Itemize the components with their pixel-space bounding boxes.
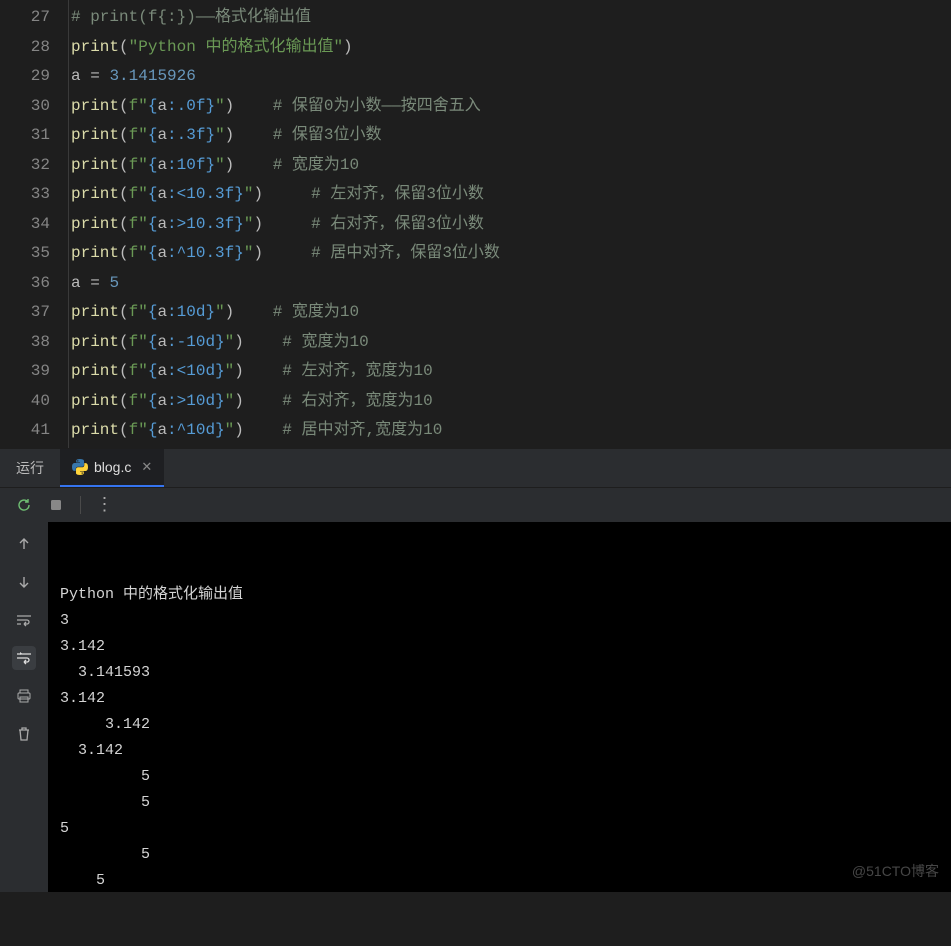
line-number: 27 [0, 3, 50, 33]
code-line[interactable]: print(f"{a:^10.3f}") # 居中对齐，保留3位小数 [71, 239, 951, 269]
console-line: 5 [60, 842, 939, 868]
run-tab-active[interactable]: blog.c ✕ [60, 449, 164, 487]
code-content[interactable]: # print(f{:})——格式化输出值print("Python 中的格式化… [68, 0, 951, 448]
code-line[interactable]: print(f"{a:-10d}") # 宽度为10 [71, 328, 951, 358]
line-number: 34 [0, 210, 50, 240]
watermark: @51CTO博客 [852, 858, 939, 884]
code-line[interactable]: # print(f{:})——格式化输出值 [71, 3, 951, 33]
run-toolbar: ⋮ [0, 488, 951, 522]
line-number: 40 [0, 387, 50, 417]
run-panel-header: 运行 blog.c ✕ [0, 448, 951, 488]
scroll-to-end-button[interactable] [12, 646, 36, 670]
line-number: 32 [0, 151, 50, 181]
line-number: 35 [0, 239, 50, 269]
close-icon[interactable]: ✕ [141, 459, 152, 475]
console-line: 3.142 [60, 712, 939, 738]
console-line: 5 [60, 764, 939, 790]
scroll-down-button[interactable] [12, 570, 36, 594]
console-line: 3.141593 [60, 660, 939, 686]
run-tab-label: blog.c [94, 459, 131, 475]
code-line[interactable]: print(f"{a:<10.3f}") # 左对齐，保留3位小数 [71, 180, 951, 210]
console-sidebar [0, 522, 48, 892]
code-line[interactable]: print(f"{a:<10d}") # 左对齐，宽度为10 [71, 357, 951, 387]
console-line: 5 [60, 790, 939, 816]
line-number: 37 [0, 298, 50, 328]
python-icon [72, 459, 88, 475]
console-line: 5 [60, 868, 939, 894]
scroll-up-button[interactable] [12, 532, 36, 556]
line-number: 33 [0, 180, 50, 210]
code-line[interactable]: print(f"{a:.0f}") # 保留0为小数——按四舍五入 [71, 92, 951, 122]
line-number: 39 [0, 357, 50, 387]
code-line[interactable]: print(f"{a:^10d}") # 居中对齐,宽度为10 [71, 416, 951, 446]
output-area: Python 中的格式化输出值33.142 3.1415933.142 3.14… [0, 522, 951, 892]
code-line[interactable]: print(f"{a:10f}") # 宽度为10 [71, 151, 951, 181]
print-button[interactable] [12, 684, 36, 708]
line-number: 31 [0, 121, 50, 151]
console-line: 3.142 [60, 634, 939, 660]
code-line[interactable]: a = 5 [71, 269, 951, 299]
console-line: 3.142 [60, 686, 939, 712]
console-line: Python 中的格式化输出值 [60, 582, 939, 608]
rerun-button[interactable] [14, 495, 34, 515]
code-line[interactable]: a = 3.1415926 [71, 62, 951, 92]
line-number: 28 [0, 33, 50, 63]
line-number: 29 [0, 62, 50, 92]
console-line: 3.142 [60, 738, 939, 764]
line-number: 41 [0, 416, 50, 446]
stop-button[interactable] [46, 495, 66, 515]
console-line: 3 [60, 608, 939, 634]
line-number: 36 [0, 269, 50, 299]
line-number: 30 [0, 92, 50, 122]
code-line[interactable]: print(f"{a:>10.3f}") # 右对齐，保留3位小数 [71, 210, 951, 240]
code-line[interactable]: print("Python 中的格式化输出值") [71, 33, 951, 63]
line-number-gutter: 272829303132333435363738394041 [0, 0, 68, 448]
code-line[interactable]: print(f"{a:>10d}") # 右对齐，宽度为10 [71, 387, 951, 417]
code-line[interactable]: print(f"{a:10d}") # 宽度为10 [71, 298, 951, 328]
line-number: 38 [0, 328, 50, 358]
soft-wrap-button[interactable] [12, 608, 36, 632]
code-editor[interactable]: 272829303132333435363738394041 # print(f… [0, 0, 951, 448]
console-line: 5 [60, 816, 939, 842]
delete-button[interactable] [12, 722, 36, 746]
run-panel-label[interactable]: 运行 [0, 458, 60, 478]
toolbar-separator [80, 496, 81, 514]
console-output[interactable]: Python 中的格式化输出值33.142 3.1415933.142 3.14… [48, 522, 951, 892]
code-line[interactable]: print(f"{a:.3f}") # 保留3位小数 [71, 121, 951, 151]
more-actions-button[interactable]: ⋮ [95, 495, 115, 515]
